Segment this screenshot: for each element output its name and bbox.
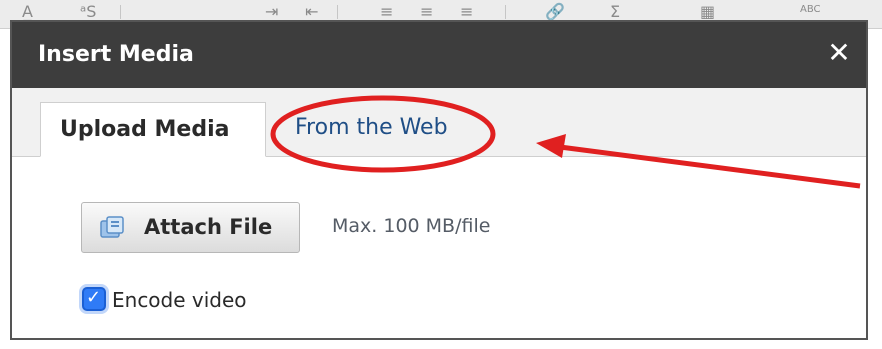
table-icon[interactable]: ▦ — [700, 4, 715, 20]
close-button[interactable]: ✕ — [822, 36, 856, 70]
encode-video-label: Encode video — [112, 288, 247, 312]
math-icon[interactable]: Σ — [610, 4, 620, 20]
close-icon: ✕ — [827, 36, 851, 69]
align-right-icon[interactable]: ≡ — [460, 4, 473, 20]
align-center-icon[interactable]: ≡ — [420, 4, 433, 20]
outdent-icon[interactable]: ⇤ — [305, 4, 318, 20]
max-size-hint: Max. 100 MB/file — [332, 215, 491, 237]
spellcheck-icon[interactable]: ABC — [800, 2, 821, 18]
checkmark-icon: ✓ — [86, 287, 102, 308]
indent-icon[interactable]: ⇥ — [265, 4, 278, 20]
insert-media-dialog: Insert Media ✕ Upload Media From the Web… — [10, 20, 868, 340]
tab-upload-media[interactable]: Upload Media — [40, 102, 266, 157]
attach-file-button[interactable]: Attach File — [81, 202, 300, 253]
tab-upload-media-label: Upload Media — [60, 117, 230, 142]
tab-from-the-web[interactable]: From the Web — [295, 115, 448, 140]
toolbar-divider — [337, 5, 338, 19]
toolbar-divider — [505, 5, 506, 19]
toolbar-divider — [120, 5, 121, 19]
attach-file-icon — [100, 216, 124, 238]
attach-file-label: Attach File — [144, 215, 273, 239]
font-size-icon[interactable]: ᵃS — [80, 4, 96, 20]
encode-video-checkbox[interactable]: ✓ — [82, 287, 106, 311]
text-color-icon[interactable]: A̲ — [22, 4, 33, 20]
tab-strip: Upload Media From the Web — [12, 88, 866, 157]
link-icon[interactable]: 🔗 — [545, 4, 565, 20]
dialog-title: Insert Media — [38, 42, 194, 67]
align-left-icon[interactable]: ≡ — [380, 4, 393, 20]
dialog-titlebar: Insert Media ✕ — [12, 22, 866, 88]
